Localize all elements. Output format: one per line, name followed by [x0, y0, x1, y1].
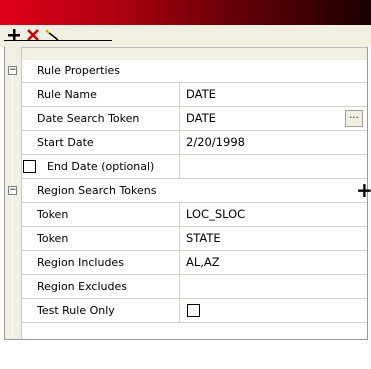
- row-label: Region Includes: [21, 251, 180, 274]
- collapse-icon[interactable]: −: [8, 66, 17, 75]
- row-test-rule-only[interactable]: Test Rule Only: [21, 299, 367, 323]
- row-label: Start Date: [21, 131, 180, 154]
- category-label: Region Search Tokens: [37, 184, 157, 197]
- row-region-includes[interactable]: Region Includes AL,AZ: [21, 251, 367, 275]
- row-label: Token: [21, 227, 180, 250]
- category-label: Rule Properties: [37, 64, 121, 77]
- row-rule-name[interactable]: Rule Name DATE: [21, 83, 367, 107]
- toolbar-underline: [4, 40, 112, 41]
- end-date-value[interactable]: [181, 155, 367, 178]
- region-excludes-value[interactable]: [181, 275, 367, 298]
- row-label: End Date (optional): [21, 155, 180, 178]
- test-rule-only-value[interactable]: [181, 299, 367, 322]
- row-label: Date Search Token: [21, 107, 180, 130]
- collapse-icon[interactable]: −: [8, 186, 17, 195]
- row-token[interactable]: Token STATE: [21, 227, 367, 251]
- ellipsis-button[interactable]: ...: [345, 110, 363, 127]
- window-titlebar: [0, 0, 371, 25]
- toolbar: [0, 25, 371, 47]
- property-grid: Rule Properties − Rule Name DATE Date Se…: [4, 47, 371, 340]
- row-region-excludes[interactable]: Region Excludes: [21, 275, 367, 299]
- start-date-value[interactable]: 2/20/1998: [181, 131, 367, 154]
- row-date-search-token[interactable]: Date Search Token DATE ...: [21, 107, 367, 131]
- category-region-search-tokens[interactable]: Region Search Tokens +: [21, 179, 371, 203]
- region-includes-value[interactable]: AL,AZ: [181, 251, 367, 274]
- rule-name-value[interactable]: DATE: [181, 83, 367, 106]
- row-label: Token: [21, 203, 180, 226]
- row-label: Rule Name: [21, 83, 180, 106]
- category-rule-properties[interactable]: Rule Properties: [21, 59, 367, 83]
- row-label: Test Rule Only: [21, 299, 180, 322]
- token-value[interactable]: STATE: [181, 227, 367, 250]
- row-end-date[interactable]: End Date (optional): [21, 155, 367, 179]
- test-rule-only-checkbox[interactable]: [187, 304, 200, 317]
- add-token-button[interactable]: +: [356, 180, 371, 200]
- row-start-date[interactable]: Start Date 2/20/1998: [21, 131, 367, 155]
- row-label: Region Excludes: [21, 275, 180, 298]
- row-token[interactable]: Token LOC_SLOC: [21, 203, 367, 227]
- date-search-token-value[interactable]: DATE: [181, 107, 367, 130]
- token-value[interactable]: LOC_SLOC: [181, 203, 367, 226]
